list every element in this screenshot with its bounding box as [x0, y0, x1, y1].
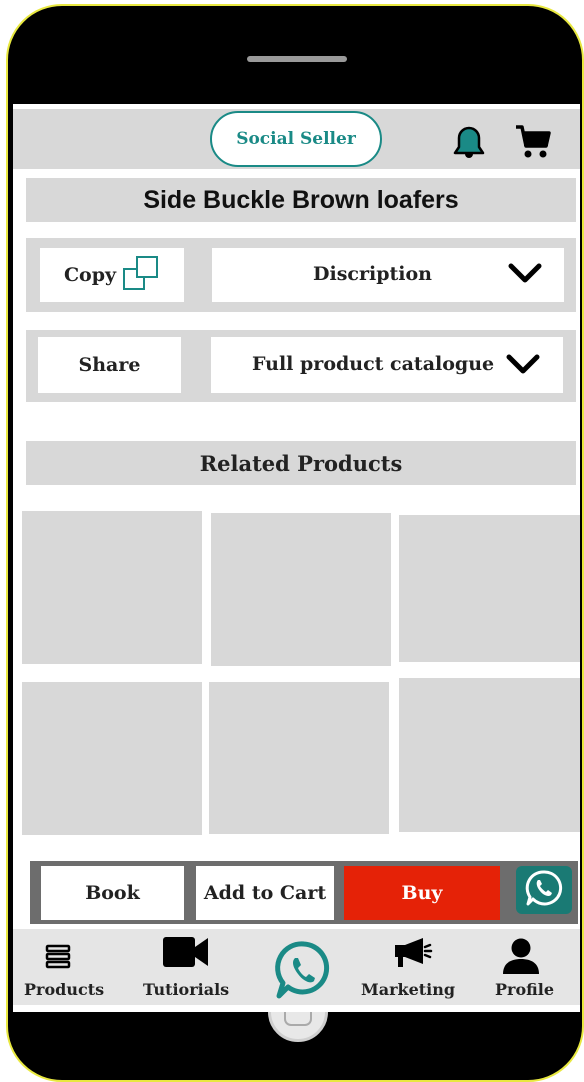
share-label: Share [78, 354, 141, 376]
cart-icon[interactable] [513, 122, 553, 166]
whatsapp-icon [274, 939, 334, 1005]
related-products-title: Related Products [199, 450, 403, 476]
book-button[interactable]: Book [41, 866, 184, 920]
list-icon [45, 944, 71, 974]
nav-label-marketing: Marketing [361, 980, 456, 999]
chevron-down-icon [506, 354, 540, 380]
buy-button[interactable]: Buy [344, 866, 500, 920]
catalogue-label: Full product catalogue [252, 353, 495, 375]
app-logo[interactable]: Social Seller [210, 111, 382, 167]
related-product-card[interactable] [22, 682, 202, 835]
nav-item-whatsapp[interactable] [271, 939, 341, 1005]
nav-item-marketing[interactable]: Marketing [358, 929, 468, 1005]
related-product-card[interactable] [399, 515, 580, 662]
user-icon [500, 937, 542, 979]
related-product-card[interactable] [211, 513, 391, 666]
catalogue-dropdown[interactable]: Full product catalogue [211, 337, 563, 393]
megaphone-icon [393, 937, 433, 973]
copy-button[interactable]: Copy [40, 248, 184, 302]
phone-speaker [247, 56, 347, 62]
description-dropdown[interactable]: Discription [212, 248, 564, 302]
chevron-down-icon [508, 263, 542, 289]
purchase-bar: Book Add to Cart Buy [30, 861, 578, 924]
video-camera-icon [162, 935, 210, 973]
nav-item-products[interactable]: Products [13, 929, 113, 1005]
related-product-card[interactable] [209, 682, 389, 834]
description-label: Discription [313, 263, 432, 285]
book-label: Book [85, 882, 140, 904]
bottom-nav: Products Tutiorials Marketing Profile [13, 929, 580, 1005]
nav-label-products: Products [24, 980, 105, 999]
app-screen: Social Seller Side Buckle Brown loafers … [13, 104, 580, 1012]
whatsapp-icon [524, 868, 564, 912]
add-to-cart-button[interactable]: Add to Cart [196, 866, 334, 920]
nav-item-profile[interactable]: Profile [483, 929, 580, 1005]
add-to-cart-label: Add to Cart [203, 882, 327, 904]
nav-label-tutorials: Tutiorials [143, 980, 230, 999]
nav-item-tutorials[interactable]: Tutiorials [133, 929, 243, 1005]
related-product-card[interactable] [22, 511, 202, 664]
whatsapp-button[interactable] [516, 866, 572, 914]
related-product-card[interactable] [399, 678, 580, 832]
product-title-text: Side Buckle Brown loafers [143, 185, 459, 214]
related-products-heading: Related Products [26, 441, 576, 485]
nav-label-profile: Profile [495, 980, 555, 999]
share-button[interactable]: Share [38, 337, 181, 393]
buy-label: Buy [401, 882, 443, 904]
app-header: Social Seller [13, 109, 580, 169]
logo-text: Social Seller [236, 129, 356, 149]
copy-label: Copy [63, 264, 117, 286]
share-catalogue-row: Share Full product catalogue [26, 330, 576, 402]
copy-icon [122, 255, 160, 295]
bell-icon[interactable] [451, 123, 487, 163]
copy-description-row: Copy Discription [26, 238, 576, 312]
product-title: Side Buckle Brown loafers [26, 178, 576, 222]
